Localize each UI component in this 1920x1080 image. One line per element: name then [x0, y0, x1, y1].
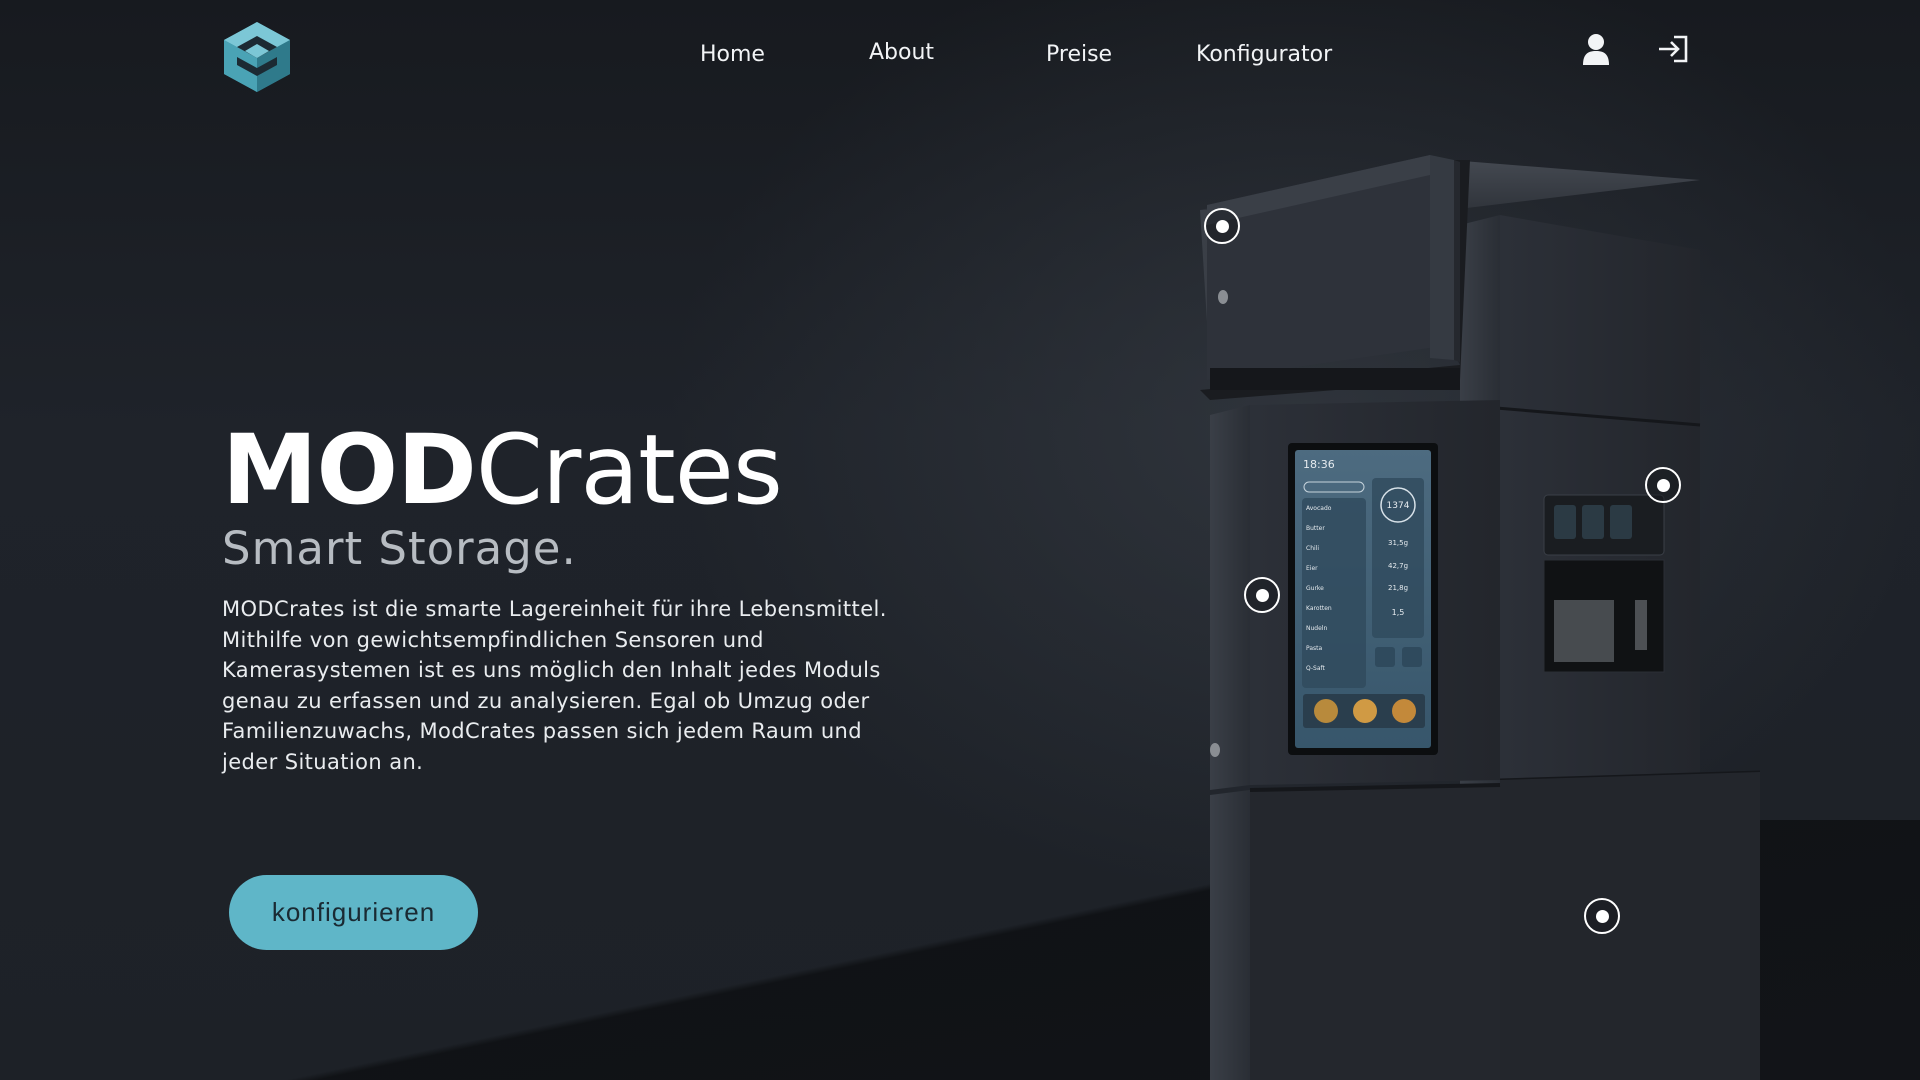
- device-screen-item: Q-Saft: [1306, 665, 1326, 672]
- hotspot-bottom-crate[interactable]: [1584, 898, 1620, 934]
- device-screen-water: 1,5: [1392, 608, 1405, 617]
- hotspot-camera-crate[interactable]: [1645, 467, 1681, 503]
- hotspot-top-crate[interactable]: [1204, 208, 1240, 244]
- nav-konfigurator[interactable]: Konfigurator: [1196, 42, 1332, 67]
- device-screen-item: Eier: [1306, 565, 1318, 572]
- landing-page: Home About Preise Konfigurator MODCrates…: [0, 0, 1920, 1080]
- device-screen-item: Chili: [1306, 545, 1319, 552]
- modcrates-product-image: 18:36 1374 31,5g 42,7g 21,8g 1,5 Avocado…: [1200, 155, 1760, 1080]
- configure-button[interactable]: konfigurieren: [229, 875, 478, 950]
- nav-about[interactable]: About: [869, 40, 934, 65]
- device-screen-center-value: 1374: [1387, 501, 1410, 511]
- device-screen-stat-3: 21,8g: [1388, 584, 1408, 592]
- device-screen-item: Butter: [1306, 525, 1325, 532]
- device-screen-time: 18:36: [1303, 458, 1335, 471]
- nav-preise[interactable]: Preise: [1046, 42, 1112, 67]
- login-icon[interactable]: [1657, 34, 1689, 64]
- device-screen-item: Karotten: [1306, 605, 1332, 612]
- device-screen-item: Gurke: [1306, 585, 1324, 592]
- device-screen-stat-1: 31,5g: [1388, 539, 1408, 547]
- device-screen-stat-2: 42,7g: [1388, 562, 1408, 570]
- hero-title-bold: MOD: [222, 414, 477, 526]
- hero-title-light: Crates: [475, 414, 783, 526]
- hero-title: MODCrates: [222, 414, 783, 526]
- main-nav: Home About Preise Konfigurator: [0, 38, 1920, 68]
- hero-subtitle: Smart Storage.: [222, 522, 577, 575]
- device-screen-item: Nudeln: [1306, 625, 1327, 632]
- nav-home[interactable]: Home: [700, 42, 765, 67]
- hotspot-screen-crate[interactable]: [1244, 577, 1280, 613]
- device-screen-item: Avocado: [1306, 505, 1332, 512]
- device-screen-item: Pasta: [1306, 645, 1323, 652]
- user-icon[interactable]: [1582, 32, 1610, 66]
- hero-description: MODCrates ist die smarte Lagereinheit fü…: [222, 597, 887, 774]
